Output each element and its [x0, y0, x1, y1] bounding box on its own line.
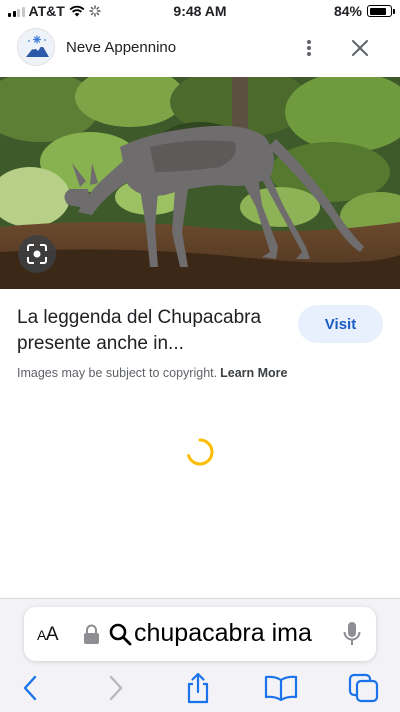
visit-button[interactable]: Visit — [298, 305, 383, 343]
battery-percent: 84% — [333, 3, 362, 19]
bookmarks-button[interactable] — [263, 671, 299, 705]
back-button[interactable] — [12, 671, 48, 705]
lock-icon — [84, 624, 99, 644]
image-preview[interactable] — [0, 77, 400, 289]
close-icon — [352, 40, 368, 56]
site-name[interactable]: Neve Appennino — [66, 39, 176, 56]
lens-icon — [27, 244, 47, 264]
forward-chevron-icon — [109, 675, 123, 701]
address-text[interactable]: chupacabra ima — [134, 619, 330, 648]
share-icon — [187, 672, 209, 704]
microphone-icon[interactable] — [342, 621, 362, 647]
browser-toolbar — [0, 671, 400, 705]
chupacabra-photo — [0, 77, 400, 289]
more-options-button[interactable] — [298, 36, 320, 60]
back-chevron-icon — [23, 675, 37, 701]
learn-more-link[interactable]: Learn More — [220, 366, 287, 380]
text-size-button[interactable]: AA — [37, 624, 59, 646]
result-header: Neve Appennino — [0, 28, 400, 70]
copyright-notice: Images may be subject to copyright. Learn… — [17, 366, 288, 380]
share-button[interactable] — [180, 671, 216, 705]
search-icon — [109, 623, 132, 646]
close-button[interactable] — [346, 34, 374, 62]
more-vertical-icon — [307, 40, 311, 56]
battery-icon — [367, 5, 395, 17]
loading-spinner-icon — [187, 438, 214, 466]
copyright-text: Images may be subject to copyright. — [17, 366, 218, 380]
status-right: 84% — [333, 3, 395, 19]
tabs-icon — [348, 673, 379, 703]
google-lens-button[interactable] — [18, 235, 56, 273]
address-bar[interactable]: AA chupacabra ima — [24, 607, 376, 661]
tabs-button[interactable] — [346, 671, 382, 705]
forward-button[interactable] — [98, 671, 134, 705]
browser-bottom-bar: AA chupacabra ima — [0, 598, 400, 712]
status-bar: AT&T 9:48 AM 84% — [0, 0, 400, 22]
site-logo-icon — [17, 28, 55, 66]
book-icon — [264, 675, 298, 701]
result-title[interactable]: La leggenda del Chupacabra presente anch… — [17, 305, 287, 357]
